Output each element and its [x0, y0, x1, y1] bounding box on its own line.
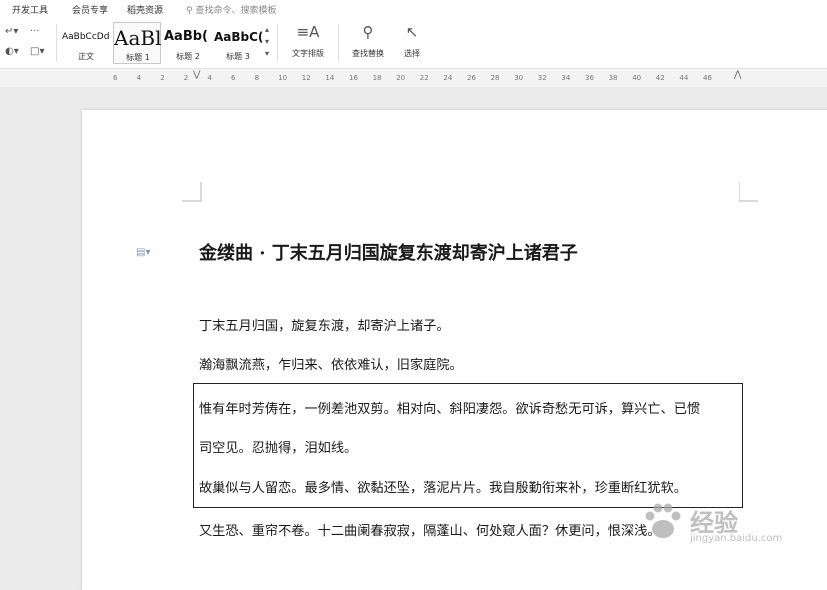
find-replace-label: 查找替换 — [352, 49, 384, 58]
ribbon-separator — [338, 24, 339, 62]
text-layout-label: 文字排版 — [292, 49, 324, 58]
paragraph-handle-icon[interactable]: ▤▾ — [136, 247, 150, 259]
select-button[interactable]: ↖ 选择 — [396, 22, 428, 64]
ruler-tick-label: 10 — [278, 74, 288, 82]
margin-corner-top-right — [739, 182, 758, 202]
magnifier-icon: ⚲ — [362, 23, 374, 41]
style-heading-2[interactable]: AaBb( 标题 2 — [164, 22, 212, 64]
shading-icon[interactable]: ◐▾ — [5, 46, 19, 58]
ruler-tick-label: 44 — [679, 74, 689, 82]
ruler-tick-label: 2 — [183, 74, 189, 82]
paragraph[interactable]: 司空见。忍抛得，泪如线。 — [199, 437, 357, 456]
ruler-tick-label: 6 — [231, 74, 236, 82]
ruler-tick-label: 40 — [632, 74, 642, 82]
style-heading-1[interactable]: AaBl 标题 1 — [113, 22, 161, 64]
ruler-tick-label: 8 — [254, 74, 260, 82]
ruler-tick-label: 46 — [703, 74, 712, 82]
ruler-tick-label: 6 — [113, 74, 118, 82]
ribbon-separator — [277, 24, 278, 62]
find-replace-button[interactable]: ⚲ 查找替换 — [344, 22, 392, 64]
horizontal-ruler[interactable]: ⋁ ⋀ 6 4 2 2 4 6 8 10 12 14 16 18 20 22 24 26 28 30 32 34 36 3… — [0, 69, 827, 87]
ruler-tick-label: 20 — [396, 74, 406, 82]
paragraph[interactable]: 瀚海飘流燕，乍归来、依依难认，旧家庭院。 — [199, 354, 463, 373]
styles-expand-icon[interactable]: ▾ — [265, 48, 269, 60]
menu-docer-resources[interactable]: 稻壳资源 — [127, 3, 163, 16]
ruler-tick-label: 16 — [349, 74, 358, 82]
document-heading[interactable]: 金缕曲 · 丁末五月归国旋复东渡却寄沪上诸君子 — [199, 239, 578, 265]
style-heading-1-label: 标题 1 — [126, 53, 150, 62]
ruler-tick-label: 18 — [372, 74, 382, 82]
search-icon: ⚲ — [186, 6, 193, 16]
ruler-tick-label: 4 — [207, 74, 212, 82]
line-spacing-icon[interactable]: ↵▾ — [5, 26, 18, 38]
ruler-tick-label: 34 — [561, 74, 571, 82]
style-heading-3-preview: AaBbC( — [214, 30, 262, 44]
styles-scroll-up-icon[interactable]: ▴ — [265, 24, 269, 36]
watermark-url: jingyan.baidu.com — [690, 533, 783, 544]
ruler-tick-label: 38 — [608, 74, 618, 82]
style-heading-1-preview: AaBl — [114, 26, 162, 50]
command-search-placeholder: 查找命令、搜索模板 — [195, 6, 277, 16]
cursor-arrow-icon: ↖ — [405, 23, 419, 41]
ruler-tick-label: 4 — [136, 74, 142, 82]
style-normal-preview: AaBbCcDd — [62, 32, 110, 42]
select-label: 选择 — [404, 49, 420, 58]
style-heading-2-label: 标题 2 — [176, 52, 200, 61]
menu-bar: 开发工具 会员专享 稻壳资源 ⚲ 查找命令、搜索模板 — [0, 0, 827, 18]
styles-scroll-down-icon[interactable]: ▾ — [265, 36, 269, 48]
baidu-jingyan-watermark: 经验 jingyan.baidu.com — [640, 495, 825, 565]
paw-logo-icon — [645, 503, 681, 538]
menu-member-exclusive[interactable]: 会员专享 — [72, 3, 108, 16]
border-icon[interactable]: □▾ — [30, 46, 44, 58]
ruler-tick-label: 12 — [301, 74, 311, 82]
margin-corner-top-left — [182, 182, 202, 202]
ruler-tick-label: 36 — [585, 74, 594, 82]
text-layout-button[interactable]: ≡A 文字排版 — [284, 22, 332, 64]
style-heading-3-label: 标题 3 — [226, 52, 250, 61]
ruler-tick-label: 14 — [325, 74, 335, 82]
ruler-tick-label: 32 — [537, 74, 547, 82]
paragraph[interactable]: 故巢似与人留恋。最多情、欲黏还坠，落泥片片。我自殷勤衔来补，珍重断红犹软。 — [199, 477, 687, 496]
menu-developer-tools[interactable]: 开发工具 — [12, 3, 48, 16]
ruler-tick-label: 30 — [514, 74, 524, 82]
style-normal-label: 正文 — [78, 52, 94, 61]
ruler-tick-label: 22 — [419, 74, 429, 82]
ruler-tick-label: 26 — [467, 74, 476, 82]
ruler-tick-label: 2 — [160, 74, 165, 82]
first-line-indent-marker[interactable]: ⋁ — [193, 70, 200, 80]
ruler-tick-label: 24 — [443, 74, 453, 82]
paragraph[interactable]: 又生恐、重帘不卷。十二曲阑春寂寂，隔蓬山、何处窥人面？休更问，恨深浅。 — [199, 520, 661, 539]
style-heading-3[interactable]: AaBbC( 标题 3 — [214, 22, 262, 64]
paragraph[interactable]: 丁末五月归国，旋复东渡，却寄沪上诸子。 — [199, 315, 450, 334]
ribbon-toolbar: ↵▾ ‧‧‧ ◐▾ □▾ AaBbCcDd 正文 AaBl 标题 1 AaBb(… — [0, 18, 827, 69]
ruler-tick-label: 42 — [655, 74, 665, 82]
style-normal[interactable]: AaBbCcDd 正文 — [62, 22, 110, 64]
paragraph[interactable]: 惟有年时芳俦在，一例差池双剪。相对向、斜阳凄怨。欲诉奇愁无可诉，算兴亡、已惯 — [199, 398, 700, 417]
ribbon-separator — [56, 24, 57, 62]
style-heading-2-preview: AaBb( — [164, 29, 208, 44]
right-indent-marker[interactable]: ⋀ — [734, 70, 741, 80]
tab-ruler-icon[interactable]: ‧‧‧ — [30, 26, 40, 38]
text-layout-icon: ≡A — [296, 23, 320, 41]
command-search-box[interactable]: ⚲ 查找命令、搜索模板 — [186, 3, 276, 16]
ruler-tick-label: 28 — [490, 74, 500, 82]
